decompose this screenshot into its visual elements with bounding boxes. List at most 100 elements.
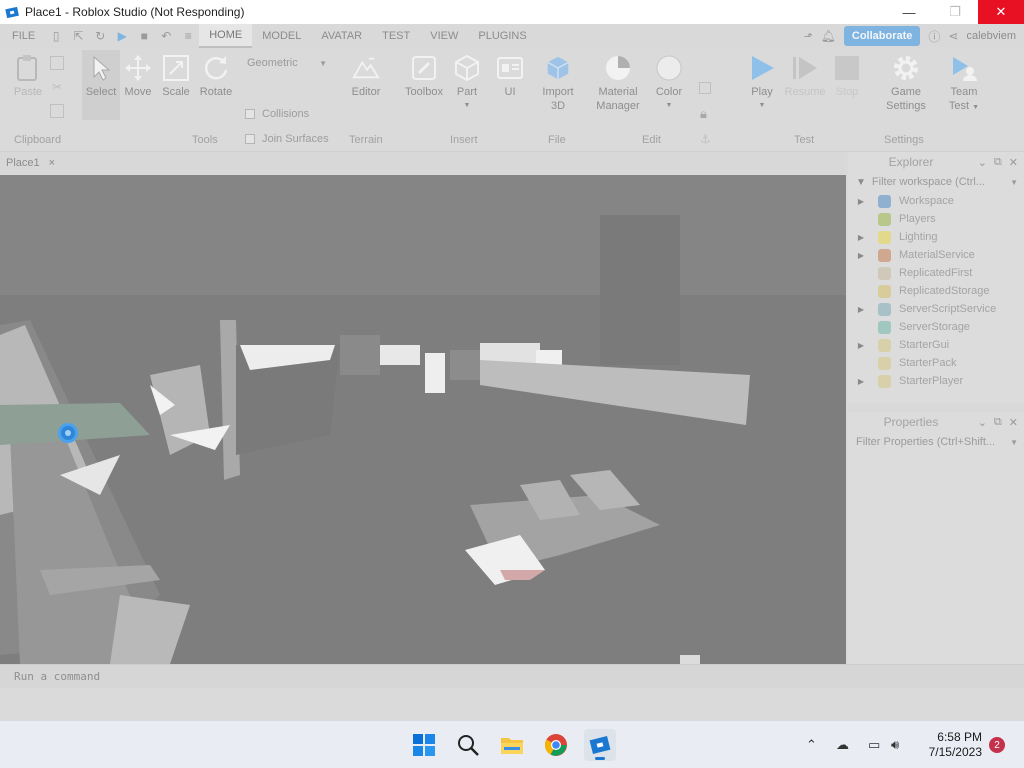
lock-icon[interactable]: 🔒︎ xyxy=(700,106,707,122)
3d-viewport[interactable] xyxy=(0,175,846,664)
collisions-checkbox[interactable]: Collisions xyxy=(245,108,309,120)
window-title: Place1 - Roblox Studio (Not Responding) xyxy=(25,5,245,19)
toolbox-button[interactable]: Toolbox xyxy=(401,54,447,99)
tab-place1[interactable]: Place1 × xyxy=(6,154,55,172)
explorer-filter-input[interactable]: ▼ Filter workspace (Ctrl... ▼ xyxy=(848,172,1024,192)
cloud-offline-icon[interactable]: ☁ xyxy=(836,737,849,753)
tab-home[interactable]: HOME xyxy=(199,24,253,48)
explorer-item[interactable]: ▶ Lighting xyxy=(852,228,1024,246)
chevron-down-icon[interactable]: ⌄ xyxy=(978,416,987,429)
explorer-item[interactable]: ServerStorage xyxy=(852,318,1024,336)
paste-button[interactable]: Paste xyxy=(12,54,44,99)
select-tool-button[interactable]: Select xyxy=(82,50,120,120)
expand-arrow-icon[interactable]: ▶ xyxy=(852,233,870,242)
explorer-item[interactable]: StarterPack xyxy=(852,354,1024,372)
close-panel-icon[interactable]: ✕ xyxy=(1009,416,1018,429)
explorer-item-label: ServerScriptService xyxy=(899,303,997,315)
system-clock[interactable]: 6:58 PM 7/15/2023 xyxy=(929,730,982,760)
expand-arrow-icon[interactable]: ▶ xyxy=(852,341,870,350)
material-manager-button[interactable]: Material Manager xyxy=(592,54,644,113)
part-button[interactable]: Part ▼ xyxy=(451,54,483,113)
explorer-item[interactable]: ReplicatedStorage xyxy=(852,282,1024,300)
close-panel-icon[interactable]: ✕ xyxy=(1009,156,1018,169)
stop-quick-icon[interactable]: ■ xyxy=(133,24,155,48)
tab-avatar[interactable]: AVATAR xyxy=(311,24,372,48)
geometric-dropdown[interactable]: Geometric ▼ xyxy=(241,54,333,72)
collaborate-button[interactable]: Collaborate xyxy=(843,26,921,46)
share-icon[interactable]: ⋖ xyxy=(948,29,958,43)
undock-icon[interactable]: ⧉ xyxy=(994,416,1002,429)
properties-panel: Properties ⌄ ⧉ ✕ Filter Properties (Ctrl… xyxy=(848,412,1024,664)
volume-icon[interactable]: 🔊︎ xyxy=(891,737,899,753)
ui-button[interactable]: UI xyxy=(494,54,526,99)
search-button[interactable] xyxy=(452,729,484,761)
command-bar-input[interactable]: Run a command xyxy=(0,664,1024,688)
redo-icon[interactable]: ↻ xyxy=(89,24,111,48)
file-group-label: File xyxy=(548,134,566,146)
undock-icon[interactable]: ⧉ xyxy=(994,156,1002,169)
chevron-down-icon[interactable]: ⌄ xyxy=(978,156,987,169)
close-tab-icon[interactable]: × xyxy=(49,157,55,169)
notification-badge[interactable]: 2 xyxy=(989,737,1005,753)
copy-icon[interactable] xyxy=(50,56,64,70)
chrome-button[interactable] xyxy=(540,729,572,761)
start-button[interactable] xyxy=(408,729,440,761)
expand-arrow-icon[interactable]: ▶ xyxy=(852,251,870,260)
expand-arrow-icon[interactable]: ▶ xyxy=(852,197,870,206)
service-icon xyxy=(878,266,891,280)
game-settings-button[interactable]: Game Settings xyxy=(884,54,928,113)
cut-icon[interactable]: ✂ xyxy=(52,80,62,94)
chevron-up-icon[interactable]: ⌃ xyxy=(806,737,817,753)
roblox-studio-taskbar-button[interactable] xyxy=(584,729,616,761)
expand-arrow-icon[interactable]: ▶ xyxy=(852,305,870,314)
group-icon[interactable] xyxy=(699,82,711,94)
file-menu[interactable]: FILE xyxy=(0,24,45,48)
explorer-item[interactable]: ▶ MaterialService xyxy=(852,246,1024,264)
anchor-icon[interactable]: ⚓︎ xyxy=(700,132,711,146)
insert-group-label: Insert xyxy=(450,134,478,146)
play-button[interactable]: Play ▼ xyxy=(746,54,778,113)
properties-filter-input[interactable]: Filter Properties (Ctrl+Shift... ▼ xyxy=(848,432,1024,452)
explorer-item[interactable]: Players xyxy=(852,210,1024,228)
explorer-item[interactable]: ▶ StarterPlayer xyxy=(852,372,1024,390)
color-button[interactable]: Color ▼ xyxy=(652,54,686,113)
rotate-tool-button[interactable]: Rotate xyxy=(197,54,235,99)
chevron-down-icon: ▼ xyxy=(1010,177,1018,187)
move-tool-button[interactable]: Move xyxy=(121,54,155,99)
tab-view[interactable]: VIEW xyxy=(420,24,468,48)
explorer-item[interactable]: ▶ ServerScriptService xyxy=(852,300,1024,318)
team-test-button[interactable]: Team Test ▼ xyxy=(944,54,984,115)
customize-icon[interactable]: ≡ xyxy=(177,24,199,48)
undo-icon[interactable]: ↶ xyxy=(155,24,177,48)
tab-plugins[interactable]: PLUGINS xyxy=(468,24,536,48)
service-icon xyxy=(878,302,891,316)
user-name[interactable]: calebviem xyxy=(966,30,1016,42)
scale-tool-button[interactable]: Scale xyxy=(159,54,193,99)
network-icon[interactable]: ▭ xyxy=(868,737,880,753)
terrain-mountain-icon xyxy=(352,57,380,79)
join-surfaces-checkbox[interactable]: Join Surfaces xyxy=(245,133,329,145)
terrain-group-label: Terrain xyxy=(349,134,383,146)
minimize-button[interactable]: — xyxy=(886,0,932,24)
chevron-down-icon: ▼ xyxy=(1010,437,1018,447)
tab-test[interactable]: TEST xyxy=(372,24,420,48)
terrain-editor-button[interactable]: Editor xyxy=(346,54,386,99)
explorer-item[interactable]: ▶ StarterGui xyxy=(852,336,1024,354)
help-icon[interactable]: ⓘ xyxy=(928,28,940,45)
tab-model[interactable]: MODEL xyxy=(252,24,311,48)
expand-arrow-icon[interactable]: ▶ xyxy=(852,377,870,386)
resume-button[interactable]: Resume xyxy=(784,54,826,99)
stop-button[interactable]: Stop xyxy=(830,54,864,99)
import-3d-button[interactable]: Import 3D xyxy=(536,54,580,113)
explorer-item[interactable]: ReplicatedFirst xyxy=(852,264,1024,282)
export-icon[interactable]: ⇱ xyxy=(67,24,89,48)
duplicate-icon[interactable] xyxy=(50,104,64,118)
explorer-item[interactable]: ▶ Workspace xyxy=(852,192,1024,210)
notification-bell-icon[interactable]: 🔔︎ xyxy=(821,29,836,43)
maximize-button[interactable]: ❐ xyxy=(932,0,978,24)
close-button[interactable]: ✕ xyxy=(978,0,1024,24)
play-quick-icon[interactable]: ▶ xyxy=(111,24,133,48)
share-arrow-icon[interactable]: ⬏ xyxy=(803,30,812,43)
file-explorer-button[interactable] xyxy=(496,729,528,761)
new-file-icon[interactable]: ▯ xyxy=(45,24,67,48)
